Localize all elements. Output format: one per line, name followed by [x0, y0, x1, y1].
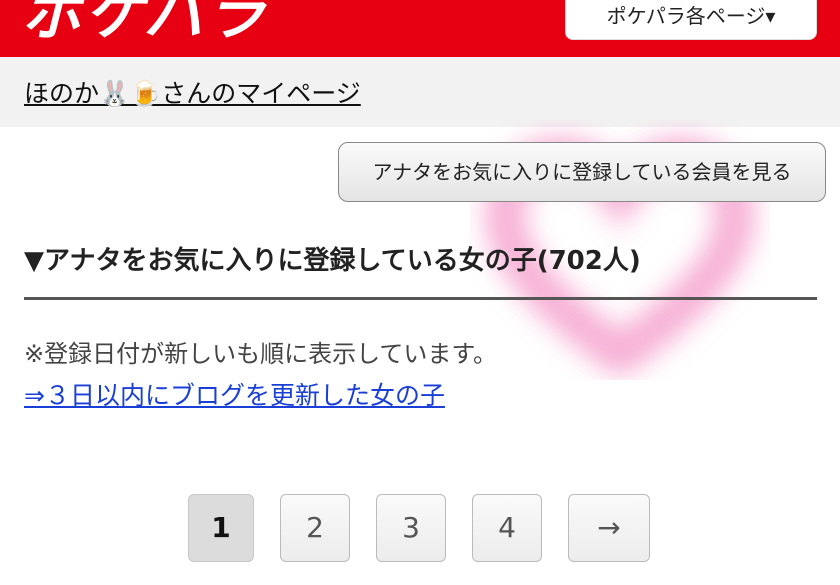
page-1-button[interactable]: 1 [188, 494, 254, 562]
pages-menu-button[interactable]: ポケパラ各ページ▾ [565, 0, 817, 40]
page-3-button[interactable]: 3 [376, 494, 446, 562]
mypage-link[interactable]: ほのか🐰🍺さんのマイページ [24, 74, 361, 110]
site-logo[interactable]: ポケパラ [22, 0, 268, 44]
divider [24, 297, 817, 300]
site-header: ポケパラ ポケパラ各ページ▾ [0, 0, 840, 57]
page-4-button[interactable]: 4 [472, 494, 542, 562]
pagination: 1 2 3 4 → [0, 494, 840, 564]
recent-blog-link[interactable]: ⇒３日以内にブログを更新した女の子 [24, 376, 445, 412]
page-2-button[interactable]: 2 [280, 494, 350, 562]
section-title: ▼アナタをお気に入りに登録している女の子(702人) [24, 246, 641, 276]
favorited-members-button[interactable]: アナタをお気に入りに登録している会員を見る [338, 142, 826, 202]
sort-note: ※登録日付が新しいも順に表示しています。 [24, 340, 497, 368]
next-page-button[interactable]: → [568, 494, 650, 562]
